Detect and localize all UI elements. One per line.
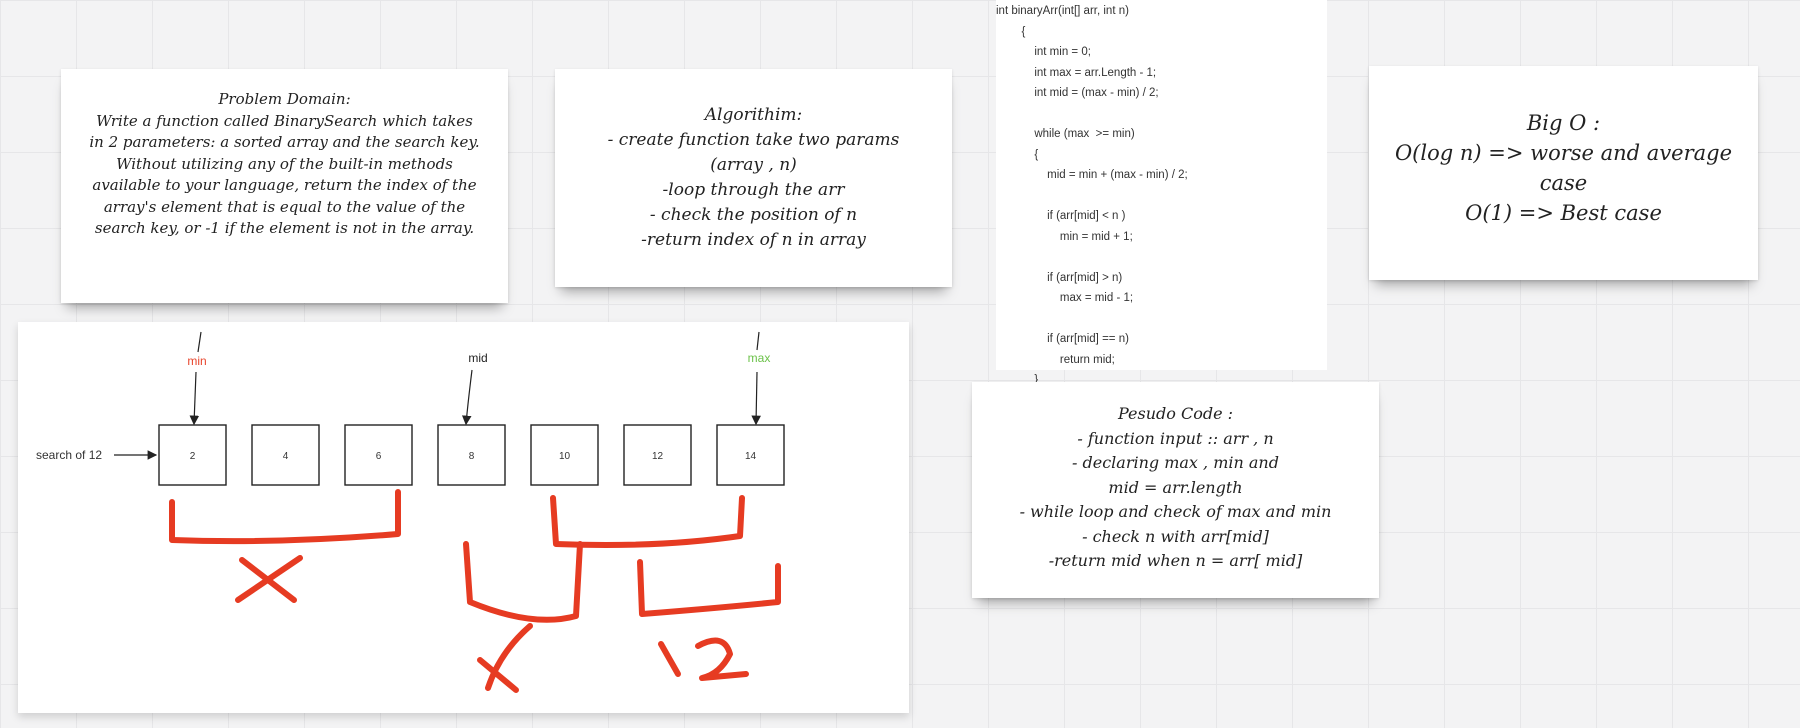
max-pointer-label: max — [748, 351, 771, 365]
pseudo-code-lines: - function input :: arr , n - declaring … — [1019, 428, 1332, 571]
problem-domain-body: Write a function called BinarySearch whi… — [89, 111, 480, 238]
array-cell-value: 10 — [559, 451, 571, 462]
pseudo-code-title: Pesudo Code : — [1117, 404, 1234, 423]
array-boxes: 2 4 6 8 10 12 14 — [158, 424, 785, 486]
big-o-lines: O(log n) => worse and average case O(1) … — [1394, 141, 1733, 225]
min-pointer-label: min — [187, 354, 206, 368]
problem-domain-text: Problem Domain: Write a function called … — [89, 89, 480, 240]
right-bottom-bracket-mark — [637, 559, 781, 617]
pseudo-code-text: Pesudo Code : - function input :: arr , … — [982, 402, 1369, 574]
algorithm-steps: - create function take two params (array… — [607, 130, 900, 250]
code-card[interactable]: int binaryArr(int[] arr, int n) { int mi… — [996, 0, 1327, 448]
middle-bracket-mark — [463, 541, 583, 623]
middle-x-mark — [477, 623, 533, 693]
array-cell-value: 14 — [745, 451, 757, 462]
min-pointer-arrow — [189, 371, 200, 426]
right-top-bracket-mark — [550, 495, 745, 548]
algorithm-card[interactable]: Algorithim: - create function take two p… — [555, 69, 952, 287]
big-o-text: Big O : O(log n) => worse and average ca… — [1379, 108, 1748, 228]
array-cell-value: 6 — [376, 451, 382, 462]
binary-search-diagram[interactable]: search of 12 2 4 6 8 10 12 14 min mid max — [18, 322, 909, 713]
diagram-canvas: search of 12 2 4 6 8 10 12 14 min mid max — [36, 331, 785, 693]
algorithm-title: Algorithim: — [704, 105, 803, 125]
pseudo-code-card[interactable]: Pesudo Code : - function input :: arr , … — [972, 382, 1379, 598]
array-cell-value: 12 — [652, 451, 664, 462]
result-12-mark — [658, 637, 749, 681]
max-pointer-tick — [756, 331, 760, 351]
left-x-mark — [235, 555, 303, 603]
mid-pointer-label: mid — [468, 351, 487, 365]
left-bracket-mark — [169, 489, 401, 545]
big-o-card[interactable]: Big O : O(log n) => worse and average ca… — [1369, 66, 1758, 280]
algorithm-text: Algorithim: - create function take two p… — [569, 103, 938, 253]
array-cell-value: 4 — [283, 451, 289, 462]
marker-annotations — [169, 489, 781, 693]
big-o-title: Big O : — [1526, 111, 1601, 135]
max-pointer-arrow — [751, 371, 761, 426]
problem-domain-title: Problem Domain: — [218, 90, 351, 108]
mid-pointer-arrow — [461, 369, 473, 426]
search-label: search of 12 — [36, 448, 102, 462]
array-cell-value: 2 — [190, 451, 196, 462]
array-cell-value: 8 — [469, 451, 475, 462]
problem-domain-card[interactable]: Problem Domain: Write a function called … — [61, 69, 508, 303]
min-pointer-tick — [197, 331, 202, 353]
